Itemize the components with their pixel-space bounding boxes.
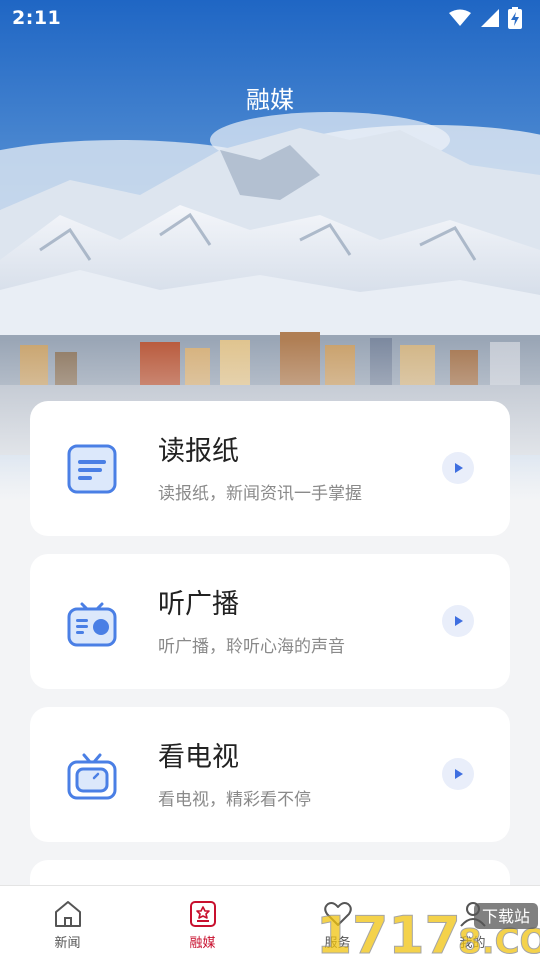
page-title: 融媒 — [246, 86, 294, 114]
play-icon — [455, 769, 463, 779]
card-title: 读报纸 — [158, 436, 239, 467]
card-subtitle: 听广播，聆听心海的声音 — [158, 637, 345, 657]
home-icon — [54, 901, 81, 927]
play-icon — [455, 463, 463, 473]
svg-text:下载站: 下载站 — [482, 907, 530, 926]
card-title: 看电视 — [158, 742, 239, 773]
newspaper-icon — [67, 444, 117, 494]
play-button[interactable] — [442, 605, 474, 637]
card-text: 读报纸 读报纸，新闻资讯一手掌握 — [158, 434, 362, 504]
card-text: 看电视 看电视，精彩看不停 — [158, 740, 311, 810]
media-card-list: 读报纸 读报纸，新闻资讯一手掌握 听广播 听广播，聆听心海的声音 看电视 看电视… — [30, 401, 510, 938]
nav-label: 新闻 — [54, 936, 81, 951]
signal-icon — [481, 9, 499, 27]
card-tv[interactable]: 看电视 看电视，精彩看不停 — [30, 707, 510, 842]
nav-label: 融媒 — [189, 936, 216, 951]
status-bar: 2:11 — [0, 0, 540, 36]
battery-charging-icon — [508, 7, 522, 29]
wifi-icon — [449, 9, 471, 26]
radio-icon — [67, 602, 117, 647]
play-button[interactable] — [442, 758, 474, 790]
status-time: 2:11 — [12, 7, 62, 29]
card-title: 听广播 — [158, 589, 239, 620]
card-subtitle: 读报纸，新闻资讯一手掌握 — [158, 484, 362, 504]
play-icon — [455, 616, 463, 626]
play-button[interactable] — [442, 452, 474, 484]
watermark-logo: 1717 8.COM 下载站 — [316, 903, 540, 960]
status-icons — [448, 7, 522, 29]
svg-text:1717: 1717 — [316, 906, 461, 960]
tv-icon — [67, 753, 117, 800]
card-text: 听广播 听广播，聆听心海的声音 — [158, 587, 345, 657]
nav-item-media[interactable]: 融媒 — [135, 886, 270, 960]
card-subtitle: 看电视，精彩看不停 — [158, 790, 311, 810]
media-icon — [189, 901, 216, 927]
card-newspaper[interactable]: 读报纸 读报纸，新闻资讯一手掌握 — [30, 401, 510, 536]
card-radio[interactable]: 听广播 听广播，聆听心海的声音 — [30, 554, 510, 689]
nav-item-news[interactable]: 新闻 — [0, 886, 135, 960]
